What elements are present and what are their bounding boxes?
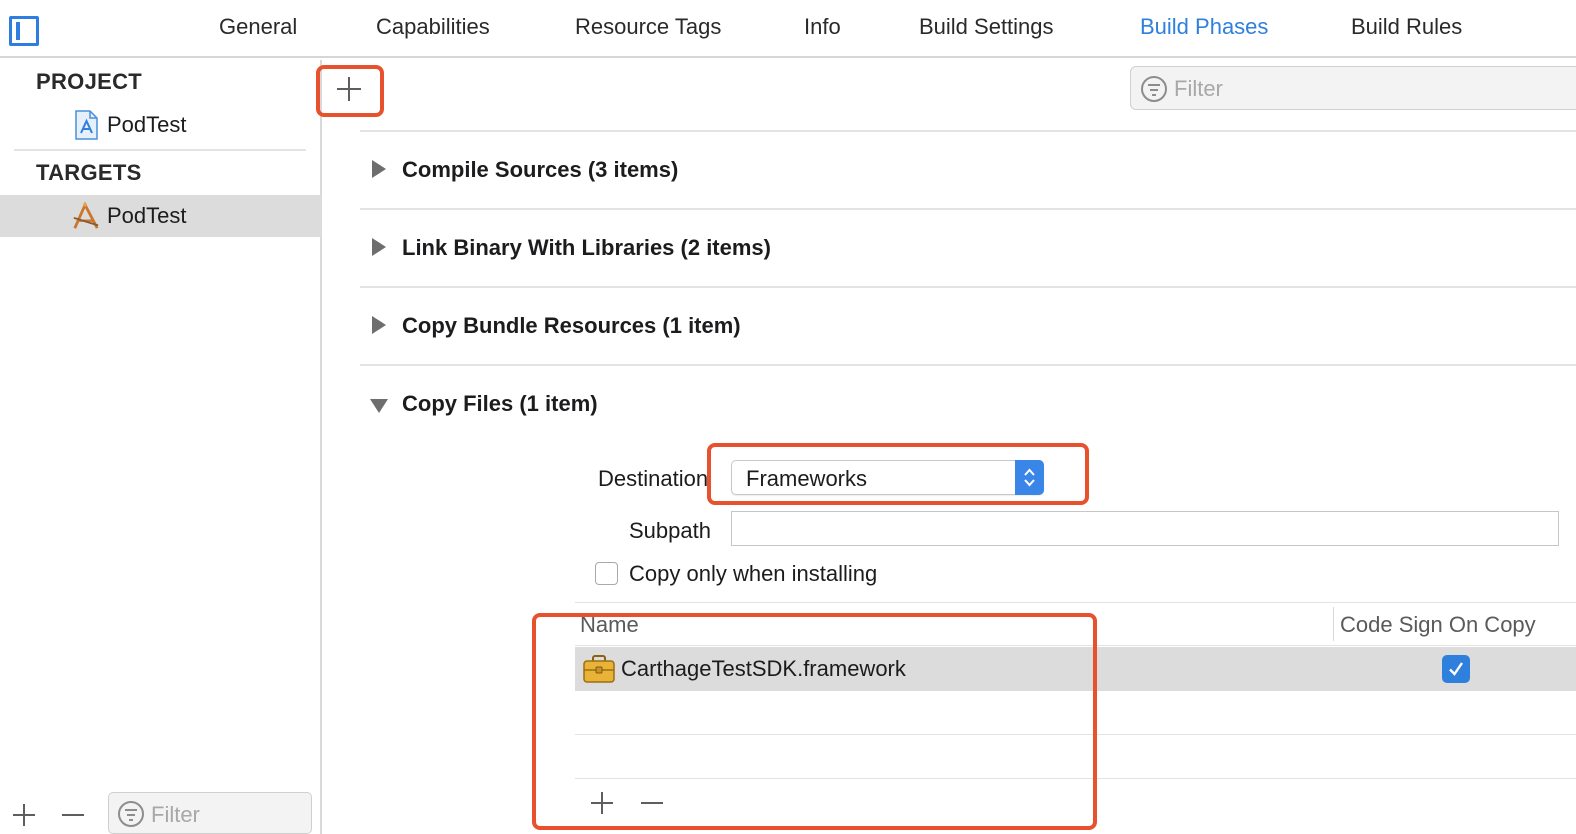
table-row[interactable]: CarthageTestSDK.framework [575,647,1576,691]
project-file-icon [75,110,98,140]
phase-title: Copy Files (1 item) [402,391,598,416]
add-file-icon[interactable] [589,790,615,816]
phase-title: Copy Bundle Resources (1 item) [402,313,741,338]
sidebar-toggle-icon[interactable] [9,16,39,46]
phase-compile-sources[interactable]: Compile Sources (3 items) [360,132,1576,210]
table-row-empty [575,691,1576,735]
remove-file-icon[interactable] [639,790,665,816]
disclosure-triangle-icon[interactable] [372,238,386,256]
filter-icon [118,801,144,827]
phase-title: Link Binary With Libraries (2 items) [402,235,771,260]
project-navigator-sidebar: PROJECT PodTest TARGETS PodTest Filter [0,60,322,834]
remove-target-icon[interactable] [60,802,86,828]
sidebar-item-label: PodTest [107,112,187,137]
destination-value: Frameworks [746,466,868,491]
app-target-icon [73,201,99,229]
disclosure-triangle-icon[interactable] [370,399,388,413]
copy-files-table-header: Name Code Sign On Copy [575,602,1576,646]
build-phases-filter-field[interactable]: Filter [1130,66,1576,110]
framework-toolbox-icon [583,655,615,683]
phase-title: Compile Sources (3 items) [402,157,679,182]
phase-link-binary[interactable]: Link Binary With Libraries (2 items) [360,210,1576,288]
sidebar-item-project[interactable]: PodTest [0,104,322,146]
popup-stepper-icon [1015,460,1044,495]
tab-bar: General Capabilities Resource Tags Info … [0,0,1576,58]
sidebar-divider [14,149,306,151]
copy-only-when-installing-checkbox[interactable] [595,562,618,585]
add-build-phase-icon[interactable] [334,74,364,104]
tab-build-phases[interactable]: Build Phases [1140,14,1268,40]
phase-copy-bundle-resources[interactable]: Copy Bundle Resources (1 item) [360,288,1576,366]
framework-name: CarthageTestSDK.framework [621,656,906,681]
destination-label: Destination [598,466,709,491]
tab-resource-tags[interactable]: Resource Tags [575,14,721,40]
tab-info[interactable]: Info [804,14,841,40]
sidebar-item-label: PodTest [107,203,187,228]
disclosure-triangle-icon[interactable] [372,316,386,334]
tab-build-rules[interactable]: Build Rules [1351,14,1462,40]
tab-build-settings[interactable]: Build Settings [919,14,1054,40]
table-row-empty [575,735,1576,779]
filter-placeholder: Filter [1174,76,1223,101]
destination-popup[interactable]: Frameworks [731,460,1044,495]
column-header-code-sign[interactable]: Code Sign On Copy [1340,612,1536,638]
copy-only-when-installing-label: Copy only when installing [629,561,878,586]
phase-copy-files[interactable]: Copy Files (1 item) [360,366,1576,444]
subpath-field[interactable] [731,511,1559,546]
disclosure-triangle-icon[interactable] [372,160,386,178]
add-target-icon[interactable] [11,802,37,828]
column-header-name[interactable]: Name [580,612,639,638]
sidebar-item-target[interactable]: PodTest [0,195,322,237]
project-section-header: PROJECT [36,69,143,94]
subpath-label: Subpath [629,518,711,543]
column-divider [1333,607,1334,641]
targets-section-header: TARGETS [36,160,142,185]
filter-placeholder: Filter [151,802,200,827]
tab-capabilities[interactable]: Capabilities [376,14,490,40]
filter-icon [1141,76,1167,102]
tab-general[interactable]: General [219,14,297,40]
sidebar-filter-field[interactable]: Filter [108,792,312,834]
code-sign-checkbox[interactable] [1442,655,1470,683]
